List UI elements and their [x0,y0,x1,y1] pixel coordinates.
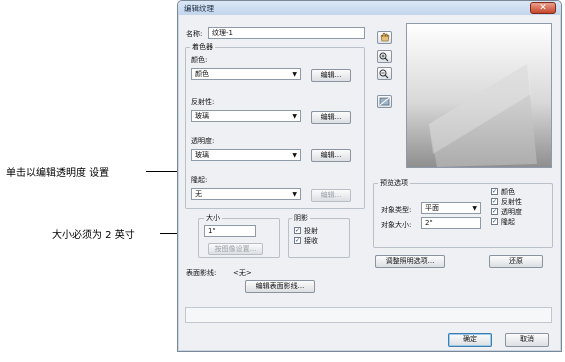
preview-transparency-checkbox[interactable]: ✓ [491,208,498,215]
color-label: 颜色: [191,56,208,64]
annotation-size: 大小必须为 2 英寸 [52,230,135,241]
close-button[interactable]: ✕ [530,2,556,14]
checkmark-icon: ✓ [295,237,301,244]
object-type-select-value: 平面 [425,204,439,212]
set-from-image-button[interactable]: 按图像设置... [208,243,263,255]
checkmark-icon: ✓ [295,227,301,234]
shader-group-label: 着色器 [190,42,215,52]
checkmark-icon: ✓ [492,218,498,225]
color-select[interactable]: 颜色 ▼ [191,68,301,80]
transparency-select[interactable]: 玻璃 ▼ [191,149,301,161]
shadow-group-label: 阴影 [292,213,310,223]
texture-preview[interactable] [406,23,552,168]
preview-reflectivity-label: 反射性 [501,198,522,206]
bump-label: 隆起: [191,176,208,184]
object-type-select[interactable]: 平面 ▼ [421,202,481,214]
name-field[interactable]: 纹理-1 [208,27,365,39]
color-select-value: 颜色 [195,70,209,78]
zoom-out-icon [379,69,389,79]
size-field[interactable]: 1" [204,225,256,237]
bump-select[interactable]: 无 ▼ [191,188,301,200]
dropdown-arrow-icon: ▼ [292,152,297,159]
preview-reflectivity-checkbox[interactable]: ✓ [491,198,498,205]
preview-bump-checkbox[interactable]: ✓ [491,218,498,225]
reflectivity-edit-button[interactable]: 编辑... [311,111,351,124]
preview-options-group [373,183,553,248]
name-label: 名称: [186,30,203,38]
pan-button[interactable] [377,31,392,44]
transparency-label: 透明度: [191,137,215,145]
receive-shadow-label: 接收 [304,237,318,245]
reflectivity-select-value: 玻璃 [195,112,209,120]
preview-options-group-label: 预览选项 [378,178,410,188]
preview-color-checkbox[interactable]: ✓ [491,188,498,195]
reflectivity-select[interactable]: 玻璃 ▼ [191,110,301,122]
zoom-out-button[interactable] [377,67,392,80]
color-edit-button[interactable]: 编辑... [311,69,351,82]
size-group-label: 大小 [204,213,222,223]
object-size-field[interactable]: 2" [421,217,481,229]
transparency-select-value: 玻璃 [195,151,209,159]
annotation-transparency: 单击以编辑透明度 设置 [6,168,110,179]
checkmark-icon: ✓ [492,208,498,215]
window-title: 编辑纹理 [184,4,214,13]
preview-bump-label: 隆起 [501,218,515,226]
edit-surface-hatching-button[interactable]: 编辑表面影线... [245,280,315,293]
dropdown-arrow-icon: ▼ [292,191,297,198]
light-icon [379,97,390,106]
preview-color-label: 颜色 [501,188,515,196]
light-button[interactable] [377,95,392,108]
cast-shadow-label: 投射 [304,227,318,235]
zoom-in-icon [379,52,389,62]
lighting-options-button[interactable]: 调整照明选项... [375,255,445,268]
preview-plane [429,64,537,167]
cancel-button[interactable]: 取消 [505,333,549,347]
reset-button[interactable]: 还原 [489,255,543,268]
receive-shadow-checkbox[interactable]: ✓ [294,237,301,244]
checkmark-icon: ✓ [492,198,498,205]
surface-hatching-value: <无> [233,269,252,277]
description-box [185,307,552,323]
object-type-label: 对象类型: [381,206,412,214]
transparency-edit-button[interactable]: 编辑... [311,149,351,162]
dropdown-arrow-icon: ▼ [292,113,297,120]
edit-texture-dialog: 编辑纹理 ✕ 名称: 纹理-1 着色器 颜色: 颜色 ▼ 编辑... 反射性: … [177,0,562,352]
bump-select-value: 无 [195,190,202,198]
title-bar: 编辑纹理 ✕ [178,1,561,15]
zoom-in-button[interactable] [377,50,392,63]
surface-hatching-label: 表面影线: [186,269,217,277]
checkmark-icon: ✓ [492,188,498,195]
bump-edit-button[interactable]: 编辑... [311,189,351,202]
reflectivity-label: 反射性: [191,98,215,106]
dropdown-arrow-icon: ▼ [292,71,297,78]
dropdown-arrow-icon: ▼ [472,205,477,212]
ok-button[interactable]: 确定 [448,333,492,347]
close-icon: ✕ [539,3,547,13]
preview-transparency-label: 透明度 [501,208,522,216]
cast-shadow-checkbox[interactable]: ✓ [294,227,301,234]
hand-pan-icon [380,32,390,42]
object-size-label: 对象大小: [381,221,412,229]
